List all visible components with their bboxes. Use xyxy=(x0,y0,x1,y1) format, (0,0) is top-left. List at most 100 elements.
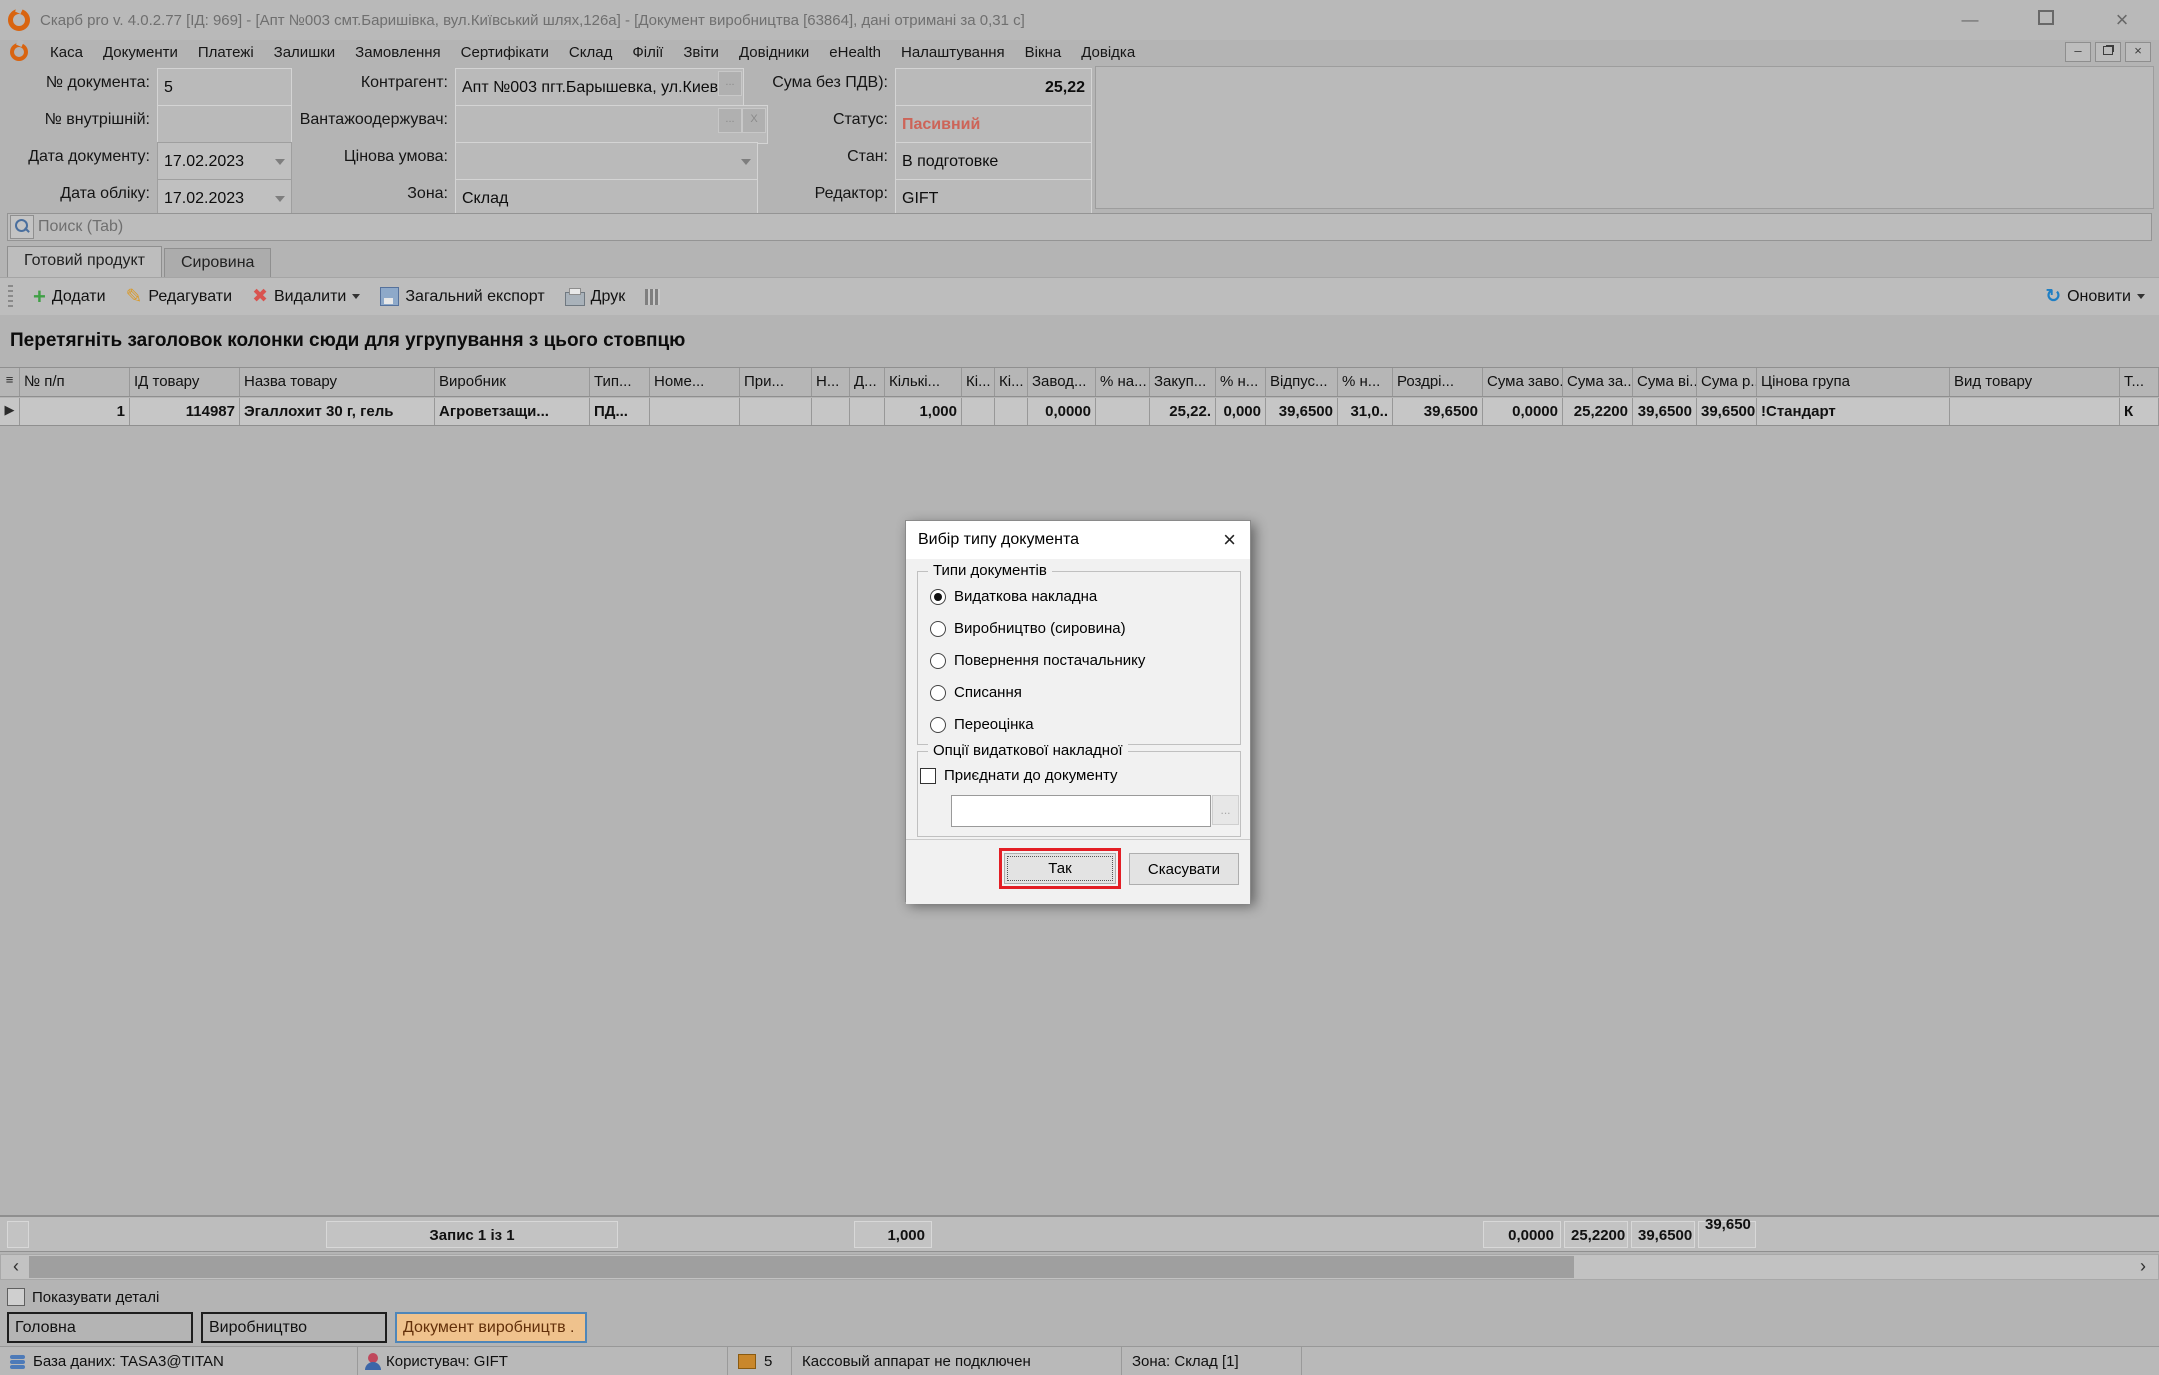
column-header-23[interactable]: Цінова група xyxy=(1757,368,1950,396)
tab-finished-product[interactable]: Готовий продукт xyxy=(7,246,162,277)
mdi-close-button[interactable]: × xyxy=(2125,42,2151,62)
delete-button[interactable]: ✖ Видалити xyxy=(246,282,366,311)
print-button[interactable]: Друк xyxy=(559,285,632,309)
close-button[interactable]: × xyxy=(2111,7,2133,33)
column-header-5[interactable]: Номе... xyxy=(650,368,740,396)
attach-document-field[interactable] xyxy=(951,795,1211,827)
column-header-11[interactable]: Кі... xyxy=(995,368,1028,396)
toolbar-grip-handle[interactable] xyxy=(8,285,13,309)
scrollbar-thumb[interactable] xyxy=(29,1256,1574,1278)
row-cell-24[interactable] xyxy=(1950,398,2120,425)
grid-row[interactable]: ▶1114987Эгаллохит 30 г, гельАгроветзащи.… xyxy=(0,398,2159,426)
menu-dovidnyky[interactable]: Довідники xyxy=(729,42,819,63)
radio-vyrobnytstvo-syrovyna[interactable]: Виробництво (сировина) xyxy=(930,620,1126,637)
maximize-button[interactable] xyxy=(2035,10,2057,30)
menu-sertyfikaty[interactable]: Сертифікати xyxy=(451,42,559,63)
row-cell-20[interactable]: 25,2200 xyxy=(1563,398,1633,425)
row-cell-10[interactable] xyxy=(962,398,995,425)
menu-filii[interactable]: Філії xyxy=(622,42,673,63)
row-cell-13[interactable] xyxy=(1096,398,1150,425)
menu-ehealth[interactable]: eHealth xyxy=(819,42,891,63)
search-bar[interactable] xyxy=(7,213,2152,241)
column-header-18[interactable]: Роздрі... xyxy=(1393,368,1483,396)
row-cell-3[interactable]: Агроветзащи... xyxy=(435,398,590,425)
dialog-close-icon[interactable]: × xyxy=(1223,530,1250,550)
tab-raw-material[interactable]: Сировина xyxy=(164,248,271,277)
edit-button[interactable]: ✎ Редагувати xyxy=(120,281,238,312)
menu-dokumenty[interactable]: Документи xyxy=(93,42,188,63)
search-input[interactable] xyxy=(36,217,2151,237)
column-header-4[interactable]: Тип... xyxy=(590,368,650,396)
row-cell-6[interactable] xyxy=(740,398,812,425)
row-cell-25[interactable]: К xyxy=(2120,398,2159,425)
radio-povernennia-postachalnyku[interactable]: Повернення постачальнику xyxy=(930,652,1145,669)
menu-sklad[interactable]: Склад xyxy=(559,42,622,63)
cancel-button[interactable]: Скасувати xyxy=(1129,853,1239,885)
column-header-21[interactable]: Сума ві... xyxy=(1633,368,1697,396)
row-cell-22[interactable]: 39,6500 xyxy=(1697,398,1757,425)
row-cell-15[interactable]: 0,000 xyxy=(1216,398,1266,425)
show-details-checkbox[interactable] xyxy=(7,1288,25,1306)
horizontal-scrollbar[interactable]: ‹ › xyxy=(0,1254,2159,1280)
row-cell-17[interactable]: 31,0.. xyxy=(1338,398,1393,425)
column-header-16[interactable]: Відпус... xyxy=(1266,368,1338,396)
column-header-3[interactable]: Виробник xyxy=(435,368,590,396)
menu-kasa[interactable]: Каса xyxy=(40,42,93,63)
refresh-button[interactable]: ↻ Оновити xyxy=(2045,285,2159,308)
radio-vydatkova-nakladna[interactable]: Видаткова накладна xyxy=(930,588,1097,605)
menu-zamovlennia[interactable]: Замовлення xyxy=(345,42,450,63)
column-header-25[interactable]: Т... xyxy=(2120,368,2159,396)
row-cell-19[interactable]: 0,0000 xyxy=(1483,398,1563,425)
column-header-7[interactable]: Н... xyxy=(812,368,850,396)
column-header-10[interactable]: Кі... xyxy=(962,368,995,396)
mdi-restore-button[interactable] xyxy=(2095,42,2121,62)
menu-nalashtuvannia[interactable]: Налаштування xyxy=(891,42,1015,63)
column-header-20[interactable]: Сума за... xyxy=(1563,368,1633,396)
mdi-minimize-button[interactable]: – xyxy=(2065,42,2091,62)
attach-to-document-row[interactable]: Приєднати до документу xyxy=(920,767,1118,784)
search-icon[interactable] xyxy=(10,215,34,239)
row-cell-1[interactable]: 114987 xyxy=(130,398,240,425)
menu-dovidka[interactable]: Довідка xyxy=(1071,42,1145,63)
column-header-14[interactable]: Закуп... xyxy=(1150,368,1216,396)
row-cell-16[interactable]: 39,6500 xyxy=(1266,398,1338,425)
task-tab-production[interactable]: Виробництво xyxy=(201,1312,387,1343)
column-header-19[interactable]: Сума заво... xyxy=(1483,368,1563,396)
row-cell-12[interactable]: 0,0000 xyxy=(1028,398,1096,425)
attach-checkbox[interactable] xyxy=(920,768,936,784)
menu-vikna[interactable]: Вікна xyxy=(1015,42,1072,63)
column-header-24[interactable]: Вид товару xyxy=(1950,368,2120,396)
menu-zalyshky[interactable]: Залишки xyxy=(264,42,346,63)
menu-zvity[interactable]: Звіти xyxy=(673,42,729,63)
export-button[interactable]: Загальний експорт xyxy=(374,284,550,309)
column-header-2[interactable]: Назва товару xyxy=(240,368,435,396)
row-cell-9[interactable]: 1,000 xyxy=(885,398,962,425)
row-cell-7[interactable] xyxy=(812,398,850,425)
column-header-6[interactable]: При... xyxy=(740,368,812,396)
row-cell-23[interactable]: !Стандарт xyxy=(1757,398,1950,425)
minimize-button[interactable]: — xyxy=(1959,10,1981,30)
task-tab-production-document[interactable]: Документ виробництв . xyxy=(395,1312,587,1343)
task-tab-main[interactable]: Головна xyxy=(7,1312,193,1343)
group-by-bar[interactable]: Перетягніть заголовок колонки сюди для у… xyxy=(0,315,2159,367)
row-cell-5[interactable] xyxy=(650,398,740,425)
row-cell-21[interactable]: 39,6500 xyxy=(1633,398,1697,425)
radio-pereotsinka[interactable]: Переоцінка xyxy=(930,716,1034,733)
column-header-0[interactable]: № п/п xyxy=(20,368,130,396)
ok-button[interactable]: Так xyxy=(1004,853,1116,884)
attach-browse-button[interactable]: ... xyxy=(1212,795,1239,825)
scroll-left-arrow[interactable]: ‹ xyxy=(3,1255,29,1279)
row-cell-0[interactable]: 1 xyxy=(20,398,130,425)
row-cell-4[interactable]: ПД... xyxy=(590,398,650,425)
column-header-9[interactable]: Кількі... xyxy=(885,368,962,396)
row-cell-8[interactable] xyxy=(850,398,885,425)
row-cell-11[interactable] xyxy=(995,398,1028,425)
column-header-12[interactable]: Завод... xyxy=(1028,368,1096,396)
scroll-right-arrow[interactable]: › xyxy=(2130,1255,2156,1279)
columns-button[interactable] xyxy=(639,286,666,308)
row-cell-2[interactable]: Эгаллохит 30 г, гель xyxy=(240,398,435,425)
column-header-8[interactable]: Д... xyxy=(850,368,885,396)
row-cell-14[interactable]: 25,22. xyxy=(1150,398,1216,425)
column-header-15[interactable]: % н... xyxy=(1216,368,1266,396)
column-header-13[interactable]: % на... xyxy=(1096,368,1150,396)
